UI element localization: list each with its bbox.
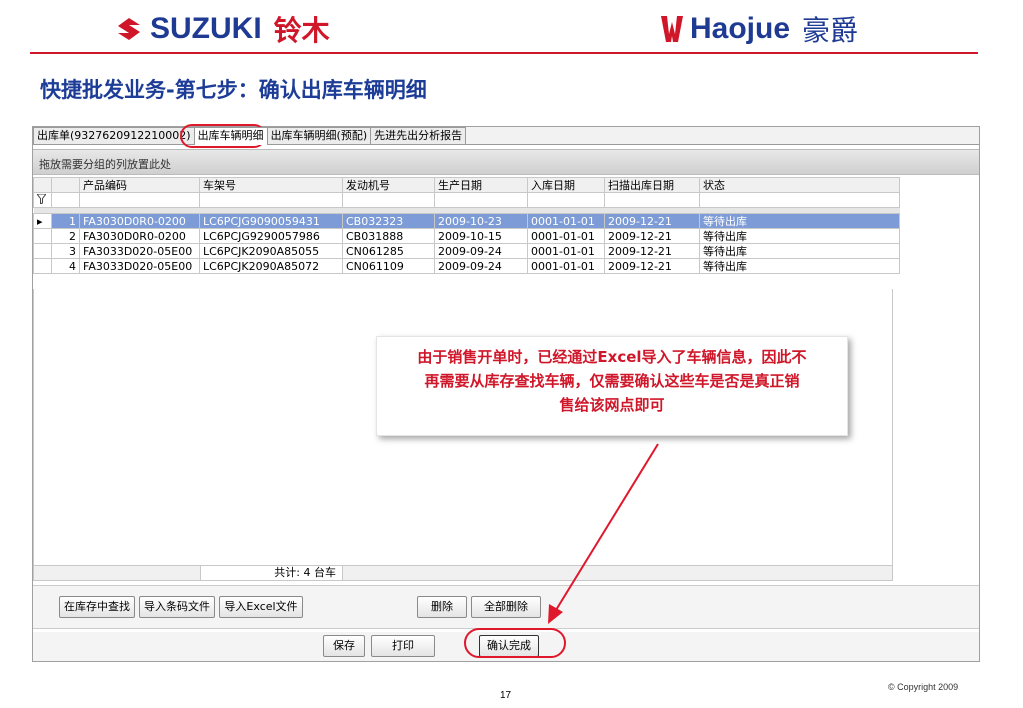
table-row[interactable]: ▸ 1 FA3030D0R0-0200 LC6PCJG9090059431 CB… — [33, 213, 900, 229]
callout-line-3: 售给该网点即可 — [559, 396, 665, 414]
total-count: 共计: 4 台车 — [200, 566, 343, 580]
header-divider — [30, 52, 978, 54]
save-button[interactable]: 保存 — [323, 635, 365, 657]
col-header-engine-no[interactable]: 发动机号 — [342, 177, 435, 193]
grid-footer: 共计: 4 台车 — [33, 565, 893, 581]
tab-outbound-vehicle-detail-preassigned[interactable]: 出库车辆明细(预配) — [266, 127, 372, 144]
callout-line-1: 由于销售开单时，已经通过Excel导入了车辆信息，因此不 — [417, 348, 807, 366]
suzuki-brand-cn: 铃木 — [273, 14, 330, 47]
suzuki-logo: SUZUKI 铃木 — [116, 12, 330, 47]
table-row[interactable]: 4 FA3033D020-05E00 LC6PCJK2090A85072 CN0… — [33, 258, 900, 274]
group-by-hint: 拖放需要分组的列放置此处 — [39, 158, 171, 171]
funnel-icon — [36, 193, 47, 205]
slide: SUZUKI 铃木 Haojue 豪爵 快捷批发业务-第七步：确认出库车辆明细 … — [0, 0, 1023, 708]
haojue-brand-cn: 豪爵 — [802, 14, 859, 47]
import-barcode-button[interactable]: 导入条码文件 — [139, 596, 215, 618]
row-indicator-icon: ▸ — [33, 213, 52, 229]
slide-title: 快捷批发业务-第七步：确认出库车辆明细 — [40, 78, 427, 102]
col-header-status[interactable]: 状态 — [699, 177, 900, 193]
grid-header-row: 产品编码 车架号 发动机号 生产日期 入库日期 扫描出库日期 状态 — [33, 177, 900, 193]
col-header-prod-date[interactable]: 生产日期 — [434, 177, 528, 193]
delete-button[interactable]: 删除 — [417, 596, 467, 618]
table-row[interactable]: 3 FA3033D020-05E00 LC6PCJK2090A85055 CN0… — [33, 243, 900, 259]
tab-fifo-report[interactable]: 先进先出分析报告 — [370, 127, 467, 144]
action-toolbar: 在库存中查找 导入条码文件 导入Excel文件 删除 全部删除 — [33, 585, 979, 629]
haojue-brand-text: Haojue — [690, 12, 791, 45]
filter-icon[interactable] — [33, 192, 52, 208]
page-number: 17 — [500, 690, 512, 701]
tab-strip: 出库单(9327620912210002) 出库车辆明细 出库车辆明细(预配) … — [33, 127, 979, 145]
print-button[interactable]: 打印 — [371, 635, 435, 657]
haojue-mark-icon — [661, 16, 683, 42]
vehicle-grid: 产品编码 车架号 发动机号 生产日期 入库日期 扫描出库日期 状态 ▸ 1 FA… — [33, 177, 900, 274]
callout-line-2: 再需要从库存查找车辆，仅需要确认这些车是否是真正销 — [424, 372, 800, 390]
delete-all-button[interactable]: 全部删除 — [471, 596, 541, 618]
col-header-frame-no[interactable]: 车架号 — [199, 177, 343, 193]
copyright-text: © Copyright 2009 — [888, 682, 959, 692]
group-by-area[interactable]: 拖放需要分组的列放置此处 — [33, 149, 979, 175]
col-header-product-code[interactable]: 产品编码 — [79, 177, 200, 193]
tab-outbound-vehicle-detail[interactable]: 出库车辆明细 — [193, 127, 268, 145]
col-header-in-date[interactable]: 入库日期 — [527, 177, 605, 193]
suzuki-s-icon — [118, 18, 140, 40]
import-excel-button[interactable]: 导入Excel文件 — [219, 596, 303, 618]
confirm-highlight-oval — [464, 628, 566, 658]
haojue-logo: Haojue 豪爵 — [660, 12, 858, 47]
annotation-callout: 由于销售开单时，已经通过Excel导入了车辆信息，因此不 再需要从库存查找车辆，… — [376, 336, 848, 436]
suzuki-brand-text: SUZUKI — [150, 12, 262, 45]
find-in-stock-button[interactable]: 在库存中查找 — [59, 596, 135, 618]
tab-outbound-order[interactable]: 出库单(9327620912210002) — [33, 127, 195, 144]
table-row[interactable]: 2 FA3030D0R0-0200 LC6PCJG9290057986 CB03… — [33, 228, 900, 244]
col-header-scan-date[interactable]: 扫描出库日期 — [604, 177, 700, 193]
filter-row — [33, 192, 900, 208]
